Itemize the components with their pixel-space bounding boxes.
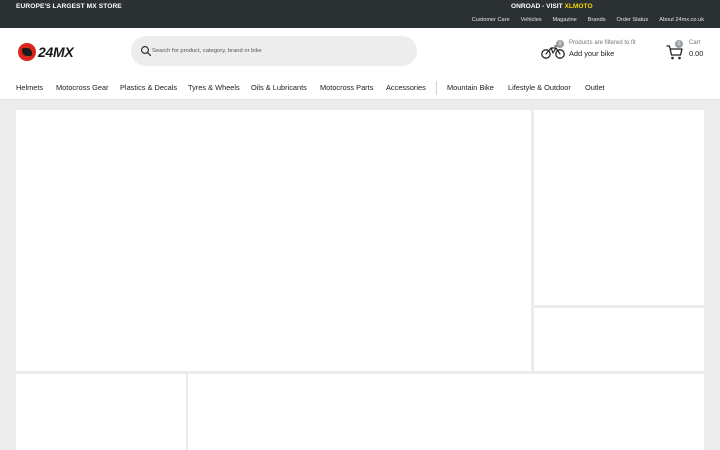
cart-label[interactable]: Cart <box>689 40 700 46</box>
nav-divider <box>436 81 437 95</box>
logo-text: 24MX <box>38 44 74 60</box>
content-panel-right[interactable] <box>188 374 704 450</box>
top-link-order-status[interactable]: Order Status <box>617 17 649 23</box>
cart-count-badge: 0 <box>675 40 683 48</box>
promo-banner-right[interactable]: ONROAD - VISIT XLMOTO <box>511 3 593 10</box>
logo-mark-icon <box>18 43 36 61</box>
top-link-vehicles[interactable]: Vehicles <box>521 17 542 23</box>
bike-count-badge: 0 <box>556 40 564 48</box>
nav-item-motocross-gear[interactable]: Motocross Gear <box>56 83 109 92</box>
nav-item-accessories[interactable]: Accessories <box>386 83 426 92</box>
nav-item-lifestyle-outdoor[interactable]: Lifestyle & Outdoor <box>508 83 571 92</box>
site-header: 24MX 0 Products are filtered to fit Add … <box>0 28 720 76</box>
add-bike-label[interactable]: Add your bike <box>569 49 614 58</box>
side-promo-panel-bottom[interactable] <box>534 308 704 371</box>
bike-filter-note: Products are filtered to fit <box>569 40 636 46</box>
content-panel-left[interactable] <box>16 374 186 450</box>
promo-right-text: ONROAD - VISIT <box>511 3 565 10</box>
top-link-customer-care[interactable]: Customer Care <box>472 17 510 23</box>
cart-button[interactable]: 0 <box>666 40 688 62</box>
hero-banner-panel[interactable] <box>16 110 531 371</box>
nav-item-tyres-wheels[interactable]: Tyres & Wheels <box>188 83 240 92</box>
search-bar[interactable] <box>131 36 417 66</box>
main-nav: Helmets Motocross Gear Plastics & Decals… <box>0 76 720 100</box>
nav-item-helmets[interactable]: Helmets <box>16 83 43 92</box>
nav-item-oils-lubricants[interactable]: Oils & Lubricants <box>251 83 307 92</box>
add-bike-button[interactable]: 0 <box>541 40 567 62</box>
promo-banner-left: EUROPE'S LARGEST MX STORE <box>16 3 122 10</box>
nav-item-outlet[interactable]: Outlet <box>585 83 605 92</box>
search-icon[interactable] <box>140 45 152 57</box>
top-link-brands[interactable]: Brands <box>588 17 606 23</box>
top-link-magazine[interactable]: Magazine <box>553 17 577 23</box>
top-links: Customer Care Vehicles Magazine Brands O… <box>472 17 704 23</box>
nav-item-plastics-decals[interactable]: Plastics & Decals <box>120 83 177 92</box>
nav-item-motocross-parts[interactable]: Motocross Parts <box>320 83 373 92</box>
top-bar: EUROPE'S LARGEST MX STORE ONROAD - VISIT… <box>0 0 720 28</box>
site-logo[interactable]: 24MX <box>18 42 90 62</box>
nav-item-mountain-bike[interactable]: Mountain Bike <box>447 83 494 92</box>
side-promo-panel-top[interactable] <box>534 110 704 305</box>
top-link-about[interactable]: About 24mx.co.uk <box>659 17 704 23</box>
cart-amount[interactable]: 0.00 <box>689 49 703 58</box>
xlmoto-link[interactable]: XLMOTO <box>564 3 592 10</box>
search-input[interactable] <box>152 45 404 57</box>
